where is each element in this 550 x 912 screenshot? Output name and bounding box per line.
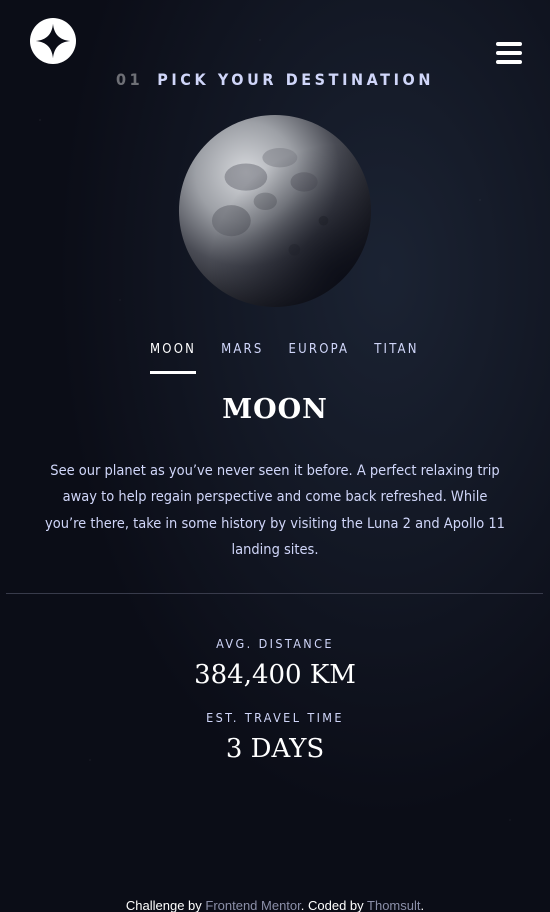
- star-logo-icon[interactable]: [30, 18, 76, 64]
- attribution-footer: Challenge by Frontend Mentor. Coded by T…: [0, 898, 550, 912]
- section-number: 01: [115, 70, 144, 89]
- divider: [6, 593, 543, 594]
- distance-label: Avg. distance: [216, 636, 334, 651]
- page-title: 01 Pick your destination: [0, 70, 550, 89]
- distance-value: 384,400 km: [194, 660, 356, 690]
- travel-time-value: 3 days: [225, 734, 325, 764]
- tab-mars[interactable]: Mars: [221, 340, 263, 374]
- section-title-text: Pick your destination: [157, 70, 435, 89]
- destination-description: See our planet as you’ve never seen it b…: [45, 463, 505, 559]
- tab-titan[interactable]: Titan: [374, 340, 418, 374]
- tab-europa[interactable]: Europa: [289, 340, 350, 374]
- hamburger-bar: [496, 60, 522, 64]
- hamburger-bar: [496, 51, 522, 55]
- footer-middle: . Coded by: [300, 898, 368, 912]
- author-link[interactable]: Thomsult: [367, 898, 420, 912]
- destination-tabs: Moon Mars Europa Titan: [150, 340, 419, 374]
- footer-prefix: Challenge by: [125, 898, 206, 912]
- frontend-mentor-link[interactable]: Frontend Mentor: [205, 898, 300, 912]
- travel-time-label: Est. travel time: [206, 710, 344, 725]
- moon-image: [178, 114, 372, 308]
- hamburger-menu-icon[interactable]: [496, 42, 522, 64]
- footer-suffix: .: [420, 898, 425, 912]
- hamburger-bar: [496, 42, 522, 46]
- tab-moon[interactable]: Moon: [150, 340, 197, 374]
- destination-name: Moon: [222, 394, 328, 425]
